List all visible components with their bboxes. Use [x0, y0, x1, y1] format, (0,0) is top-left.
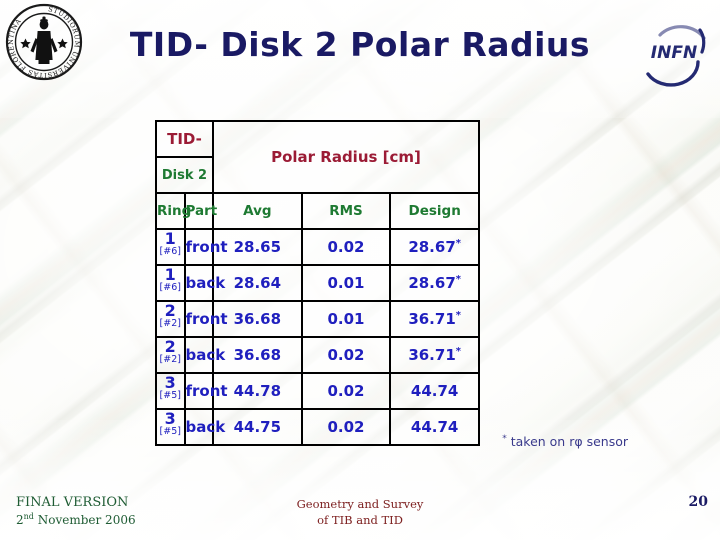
cell-design: 36.71* — [389, 336, 480, 374]
footer-center-line1: Geometry and Survey — [296, 497, 424, 511]
footnote: * taken on rφ sensor — [0, 434, 720, 449]
cell-design: 44.74 — [389, 372, 480, 410]
cell-rms: 0.02 — [300, 228, 392, 266]
cell-design: 28.67* — [389, 264, 480, 302]
cell-rms: 0.02 — [300, 336, 392, 374]
table-body: 1 [#6] front 28.65 0.02 28.67* 1 [#6] back 28.6… — [155, 228, 480, 446]
table-column-header-row: Ring Part Avg RMS Design — [155, 192, 480, 230]
footnote-text: taken on rφ sensor — [506, 434, 628, 450]
cell-design-footnote-marker: * — [455, 238, 461, 249]
cell-rms: 0.01 — [300, 264, 392, 302]
table-corner-line1: TID- — [155, 120, 214, 158]
cell-part: front — [183, 228, 228, 266]
cell-ring: 2 [#2] — [155, 336, 186, 374]
footer-center: Geometry and Survey of TIB and TID — [0, 497, 720, 528]
column-header-part: Part — [183, 192, 217, 230]
column-header-avg: Avg — [212, 192, 303, 230]
cell-rms: 0.01 — [300, 300, 392, 338]
cell-design-footnote-marker: * — [455, 310, 461, 321]
cell-design-value: 36.71 — [408, 346, 456, 364]
cell-ring-note: [#2] — [159, 317, 181, 329]
table-row: 2 [#2] front 36.68 0.01 36.71* — [155, 300, 480, 338]
cell-design-footnote-marker: * — [455, 274, 461, 285]
page-number: 20 — [688, 494, 708, 510]
cell-part: back — [183, 336, 225, 374]
cell-ring-note: [#6] — [159, 245, 181, 257]
table-row: 1 [#6] back 28.64 0.01 28.67* — [155, 264, 480, 302]
table-row: 3 [#5] front 44.78 0.02 44.74 — [155, 372, 480, 410]
cell-avg: 36.68 — [212, 336, 303, 374]
cell-ring-note: [#2] — [159, 353, 181, 365]
table-row: 1 [#6] front 28.65 0.02 28.67* — [155, 228, 480, 266]
cell-design: 36.71* — [389, 300, 480, 338]
cell-part: back — [183, 264, 225, 302]
cell-avg: 28.64 — [212, 264, 303, 302]
table-header-row-1: TID- Polar Radius [cm] — [155, 120, 480, 194]
cell-design-value: 44.74 — [410, 382, 459, 400]
cell-rms: 0.02 — [300, 372, 392, 410]
cell-ring: 1 [#6] — [155, 264, 186, 302]
table-row: 2 [#2] back 36.68 0.02 36.71* — [155, 336, 480, 374]
cell-ring: 3 [#5] — [155, 372, 186, 410]
cell-ring-note: [#5] — [159, 389, 181, 401]
cell-ring: 2 [#2] — [155, 300, 186, 338]
cell-ring: 1 [#6] — [155, 228, 186, 266]
table-corner-line2: Disk 2 — [155, 156, 214, 194]
cell-design-footnote-marker: * — [455, 346, 461, 357]
cell-part: front — [183, 300, 228, 338]
cell-design-value: 28.67 — [408, 274, 456, 292]
column-header-design: Design — [389, 192, 480, 230]
table-group-header: Polar Radius [cm] — [212, 120, 480, 194]
page-title: TID- Disk 2 Polar Radius — [129, 25, 591, 64]
cell-part: front — [183, 372, 228, 410]
footer-center-line2: of TIB and TID — [317, 512, 403, 527]
cell-ring-note: [#6] — [159, 281, 181, 293]
cell-design: 28.67* — [389, 228, 480, 266]
cell-design-value: 36.71 — [408, 310, 456, 328]
polar-radius-table: TID- Polar Radius [cm] Disk 2 Ring Part … — [155, 120, 480, 446]
cell-design-value: 28.67 — [408, 238, 456, 256]
column-header-ring: Ring — [155, 192, 191, 230]
column-header-rms: RMS — [300, 192, 392, 230]
